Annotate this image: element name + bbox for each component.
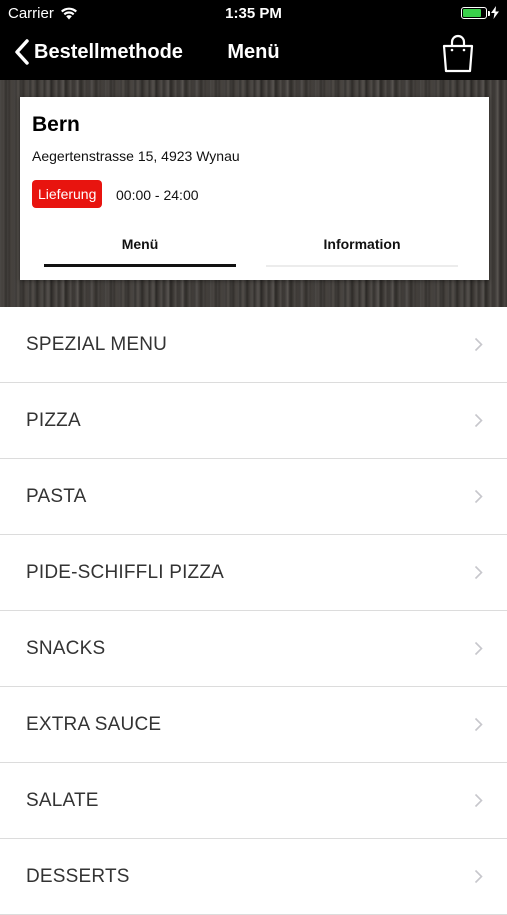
chevron-right-icon <box>474 413 483 428</box>
status-bar: Carrier 1:35 PM <box>0 0 507 28</box>
category-item-pasta[interactable]: PASTA <box>0 459 507 535</box>
category-item-extra-sauce[interactable]: EXTRA SAUCE <box>0 687 507 763</box>
battery-icon <box>461 6 490 19</box>
category-label: DESSERTS <box>26 866 130 887</box>
delivery-badge: Lieferung <box>32 180 103 208</box>
category-label: SNACKS <box>26 638 106 659</box>
charging-icon <box>491 6 499 19</box>
category-label: PIDE-SCHIFFLI PIZZA <box>26 562 225 583</box>
tab-information[interactable]: Information <box>266 227 458 267</box>
shopping-bag-icon <box>442 34 474 73</box>
category-item-desserts[interactable]: DESSERTS <box>0 839 507 915</box>
cart-button[interactable] <box>441 34 475 74</box>
chevron-right-icon <box>474 565 483 580</box>
store-card: Bern Aegertenstrasse 15, 4923 Wynau Lief… <box>20 97 489 280</box>
category-item-salate[interactable]: SALATE <box>0 763 507 839</box>
status-time: 1:35 PM <box>225 5 282 22</box>
chevron-right-icon <box>474 489 483 504</box>
tab-information-label: Information <box>323 236 401 252</box>
navigation-bar: Bestellmethode Menü <box>0 28 507 80</box>
category-item-snacks[interactable]: SNACKS <box>0 611 507 687</box>
category-label: PASTA <box>26 486 87 507</box>
tab-menu-label: Menü <box>121 236 159 252</box>
status-right <box>461 6 499 19</box>
chevron-left-icon <box>15 39 29 65</box>
category-list: SPEZIAL MENU PIZZA PASTA PIDE-SCHIFFLI P… <box>0 307 507 915</box>
opening-hours: 00:00 - 24:00 <box>116 187 199 203</box>
category-label: SALATE <box>26 790 99 811</box>
tab-menu[interactable]: Menü <box>44 227 236 267</box>
category-label: SPEZIAL MENU <box>26 334 168 355</box>
chevron-right-icon <box>474 793 483 808</box>
back-label: Bestellmethode <box>34 40 183 63</box>
category-item-pizza[interactable]: PIZZA <box>0 383 507 459</box>
back-button[interactable]: Bestellmethode <box>14 39 183 65</box>
category-label: EXTRA SAUCE <box>26 714 162 735</box>
store-name: Bern <box>32 113 80 136</box>
store-address: Aegertenstrasse 15, 4923 Wynau <box>32 148 240 164</box>
chevron-right-icon <box>474 337 483 352</box>
category-item-pide-schiffli-pizza[interactable]: PIDE-SCHIFFLI PIZZA <box>0 535 507 611</box>
category-label: PIZZA <box>26 410 81 431</box>
chevron-right-icon <box>474 869 483 884</box>
chevron-right-icon <box>474 717 483 732</box>
chevron-right-icon <box>474 641 483 656</box>
category-item-spezial-menu[interactable]: SPEZIAL MENU <box>0 307 507 383</box>
